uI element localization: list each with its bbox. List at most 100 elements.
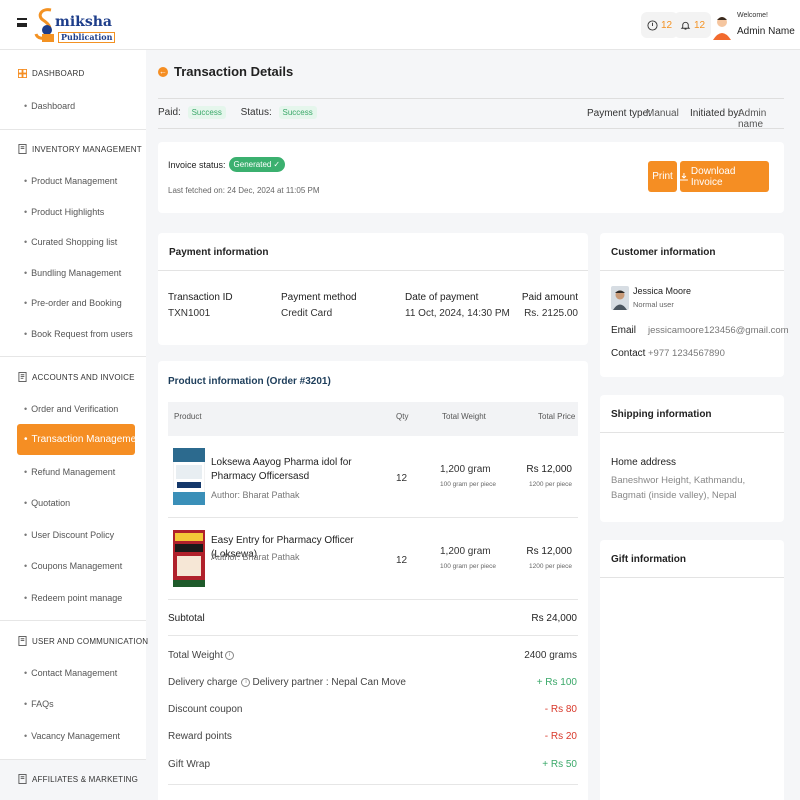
- payment-method-value: Credit Card: [281, 308, 333, 319]
- column-product: Product: [174, 412, 202, 421]
- sidebar-item-redeem-point[interactable]: Redeem point manage: [24, 593, 122, 603]
- sidebar-divider: [0, 620, 146, 621]
- product-weight: 1,200 gram: [440, 546, 491, 557]
- sidebar-item-coupons[interactable]: Coupons Management: [24, 561, 122, 571]
- product-price-per-piece: 1200 per piece: [528, 481, 572, 488]
- product-qty: 12: [396, 555, 408, 566]
- product-weight-per-piece: 100 gram per piece: [440, 563, 497, 570]
- sidebar-section-dashboard: DASHBOARD: [18, 69, 84, 78]
- sidebar-item-curated-shopping[interactable]: Curated Shopping list: [24, 237, 117, 247]
- column-qty: Qty: [396, 412, 409, 421]
- sidebar-section-title: DASHBOARD: [32, 69, 85, 78]
- bell-icon: [680, 21, 691, 30]
- invoice-card: Invoice status: Generated ✓ Last fetched…: [158, 142, 784, 213]
- sidebar-item-product-highlights[interactable]: Product Highlights: [24, 207, 104, 217]
- info-icon[interactable]: i: [224, 651, 234, 660]
- product-weight-per-piece: 100 gram per piece: [440, 481, 497, 488]
- sidebar-item-faqs[interactable]: FAQs: [24, 699, 54, 709]
- subtotal-value: Rs 24,000: [531, 613, 577, 624]
- transaction-id-value: TXN1001: [168, 308, 211, 319]
- print-button[interactable]: Print: [648, 161, 677, 192]
- logo-text: miksha: [55, 14, 112, 30]
- notification-button-2[interactable]: 12: [674, 12, 712, 38]
- delivery-charge-row: Delivery charge i Delivery partner : Nep…: [168, 677, 406, 688]
- top-bar: miksha Publication 12 12 Welcome! Admin …: [0, 0, 800, 50]
- marketing-icon: [18, 774, 27, 784]
- product-cover-image[interactable]: [173, 530, 205, 587]
- sidebar-divider: [0, 759, 146, 760]
- paid-amount-label: Paid amount: [521, 292, 578, 303]
- row-divider: [168, 517, 578, 518]
- sidebar-item-quotation[interactable]: Quotation: [24, 498, 70, 508]
- gift-wrap-value: + Rs 50: [542, 759, 577, 770]
- gift-information-card: Gift information: [600, 540, 784, 800]
- sidebar-item-product-management[interactable]: Product Management: [24, 176, 117, 186]
- reward-points-label: Reward points: [168, 731, 232, 742]
- sidebar-section-accounts: ACCOUNTS AND INVOICE: [18, 372, 135, 382]
- sidebar-divider: [0, 356, 146, 357]
- page-title-row: ← Transaction Details: [158, 64, 293, 79]
- payment-information-card: Payment information Transaction ID TXN10…: [158, 233, 588, 345]
- status-label: Status:: [240, 107, 272, 118]
- divider: [158, 98, 784, 99]
- product-table-header: [168, 402, 578, 436]
- last-fetched-text: Last fetched on: 24 Dec, 2024 at 11:05 P…: [168, 186, 320, 195]
- payment-type-value: Manual: [646, 108, 679, 119]
- row-divider: [168, 635, 578, 636]
- admin-name[interactable]: Admin Name: [737, 26, 795, 37]
- customer-contact[interactable]: +977 1234567890: [648, 348, 725, 359]
- total-weight-value: 2400 grams: [524, 650, 577, 661]
- contact-label: Contact: [611, 348, 646, 359]
- paid-label: Paid:: [158, 107, 181, 118]
- sidebar-section-user: USER AND COMMUNICATION: [18, 636, 148, 646]
- sidebar-item-bundling[interactable]: Bundling Management: [24, 268, 121, 278]
- notification-button-1[interactable]: 12: [641, 12, 679, 38]
- customer-information-title: Customer information: [600, 233, 784, 271]
- row-divider: [168, 784, 578, 785]
- download-label: Download Invoice: [690, 165, 736, 188]
- check-icon: ✓: [273, 160, 281, 169]
- user-comm-icon: [18, 636, 27, 646]
- avatar[interactable]: [711, 14, 733, 40]
- delivery-charge-label: Delivery charge: [168, 677, 238, 688]
- gift-wrap-label: Gift Wrap: [168, 759, 211, 770]
- info-icon[interactable]: i: [241, 678, 251, 687]
- sidebar-item-dashboard[interactable]: Dashboard: [24, 101, 75, 111]
- sidebar-section-title: USER AND COMMUNICATION: [32, 636, 149, 646]
- logo-subtext: Publication: [58, 32, 116, 43]
- gift-information-title: Gift information: [600, 540, 784, 578]
- delivery-charge-value: + Rs 100: [536, 677, 577, 688]
- invoice-status-label: Invoice status:: [168, 159, 226, 170]
- product-cover-image[interactable]: [173, 448, 205, 505]
- print-label: Print: [652, 171, 673, 182]
- customer-email[interactable]: jessicamoore123456@gmail.com: [648, 325, 789, 336]
- product-author: Author: Bharat Pathak: [211, 490, 300, 500]
- book-icon: [18, 144, 27, 154]
- notification-count: 12: [661, 19, 673, 31]
- menu-icon[interactable]: [17, 18, 27, 27]
- sidebar-item-discount-policy[interactable]: User Discount Policy: [24, 530, 114, 540]
- discount-coupon-label: Discount coupon: [168, 704, 243, 715]
- sidebar-item-refund[interactable]: Refund Management: [24, 467, 115, 477]
- download-invoice-button[interactable]: Download Invoice: [680, 161, 769, 192]
- sidebar-item-transaction-management[interactable]: Transaction Management: [17, 424, 145, 455]
- sidebar-section-title: INVENTORY MANAGEMENT: [32, 144, 142, 154]
- shipping-information-title: Shipping information: [600, 395, 784, 433]
- page-title: Transaction Details: [174, 64, 294, 79]
- product-price: Rs 12,000: [526, 546, 572, 557]
- sidebar-item-contact[interactable]: Contact Management: [24, 668, 117, 678]
- logo[interactable]: miksha Publication: [33, 6, 116, 44]
- status-badge: Success: [278, 106, 317, 119]
- payment-type-label: Payment type:: [587, 108, 651, 119]
- sidebar-item-book-request[interactable]: Book Request from users: [24, 329, 133, 339]
- sidebar-item-order-verification[interactable]: Order and Verification: [24, 404, 118, 414]
- sidebar-item-preorder[interactable]: Pre-order and Booking: [24, 298, 122, 308]
- payment-date-value: 11 Oct, 2024, 14:30 PM: [405, 308, 510, 319]
- notification-count: 12: [694, 19, 706, 31]
- sidebar-item-vacancy[interactable]: Vacancy Management: [24, 731, 120, 741]
- back-arrow-icon[interactable]: ←: [158, 66, 168, 77]
- home-address-label: Home address: [611, 457, 677, 468]
- product-name[interactable]: Loksewa Aayog Pharma idol for Pharmacy O…: [211, 456, 381, 484]
- invoice-status-badge: Generated ✓: [228, 157, 286, 172]
- row-divider: [168, 599, 578, 600]
